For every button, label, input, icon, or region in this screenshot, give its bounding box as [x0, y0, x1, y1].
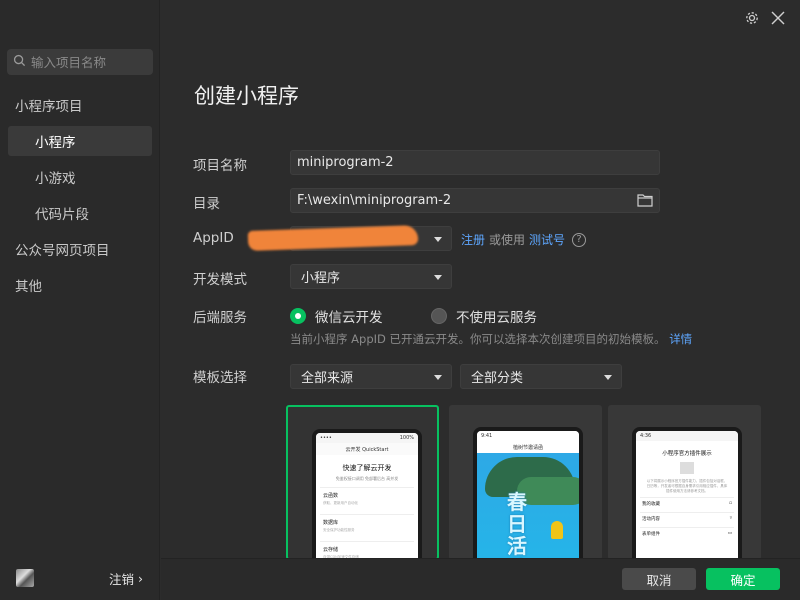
details-link[interactable]: 详情 [669, 332, 692, 346]
sidebar-item-other[interactable]: 其他 [15, 270, 155, 300]
template-preview: •••• 100% 云开发 QuickStart 快速了解云开发 免鉴权接口调用… [312, 429, 422, 558]
template-category-value: 全部分类 [471, 371, 524, 386]
help-icon[interactable]: ? [572, 232, 587, 247]
bird-graphic [551, 521, 563, 539]
dev-mode-value: 小程序 [301, 271, 341, 286]
chevron-down-icon [434, 237, 442, 242]
directory-label: 目录 [193, 196, 220, 212]
template-label: 模板选择 [193, 370, 247, 386]
sidebar-item-miniprogram[interactable]: 小程序 [8, 126, 152, 156]
logout-label: 注销 [109, 572, 135, 587]
or-use-text: 或使用 [489, 233, 526, 247]
directory-input[interactable]: F:\wexin\miniprogram-2 [290, 188, 660, 213]
radio-no-cloud[interactable]: 不使用云服务 [431, 306, 537, 326]
project-name-input[interactable]: miniprogram-2 [290, 150, 660, 175]
radio-cloud-dev-label: 微信云开发 [315, 310, 383, 326]
gear-icon[interactable] [744, 10, 760, 26]
window-controls [744, 10, 786, 26]
backend-hint-text: 当前小程序 AppID 已开通云开发。你可以选择本次创建项目的初始模板。 [290, 332, 666, 346]
project-name-value: miniprogram-2 [297, 155, 394, 170]
close-icon[interactable] [770, 10, 786, 26]
project-name-label: 项目名称 [193, 158, 247, 174]
confirm-button[interactable]: 确定 [706, 568, 780, 590]
chevron-right-icon: › [138, 571, 144, 586]
radio-checked-icon [290, 308, 306, 324]
template-source-select[interactable]: 全部来源 [290, 364, 452, 389]
dev-mode-label: 开发模式 [193, 272, 247, 288]
chevron-down-icon [604, 375, 612, 380]
folder-icon[interactable] [637, 193, 653, 207]
directory-value: F:\wexin\miniprogram-2 [297, 193, 452, 208]
sidebar-item-official-account-web[interactable]: 公众号网页项目 [15, 234, 155, 264]
search-icon [13, 54, 26, 71]
appid-label: AppID [193, 230, 234, 246]
template-card-plugins[interactable]: 4:36 小程序官方插件展示 以下将展示小程序官方插件能力，插件包括对话框、日历… [608, 405, 761, 560]
radio-no-cloud-label: 不使用云服务 [456, 310, 537, 326]
chevron-down-icon [434, 375, 442, 380]
chevron-down-icon [434, 275, 442, 280]
dialog-footer [161, 558, 800, 600]
radio-cloud-dev[interactable]: 微信云开发 [290, 306, 383, 326]
avatar[interactable] [16, 569, 34, 587]
template-preview: 9:41 植树节邀请函 春日活动 [473, 427, 583, 560]
dev-mode-select[interactable]: 小程序 [290, 264, 452, 289]
register-link[interactable]: 注册 [461, 231, 485, 248]
template-category-select[interactable]: 全部分类 [460, 364, 622, 389]
template-card-quickstart[interactable]: •••• 100% 云开发 QuickStart 快速了解云开发 免鉴权接口调用… [286, 405, 439, 560]
sidebar-item-minigame[interactable]: 小游戏 [8, 162, 152, 192]
sidebar-item-miniprogram-projects[interactable]: 小程序项目 [15, 90, 155, 120]
template-source-value: 全部来源 [301, 371, 354, 386]
image-placeholder-icon [680, 462, 694, 474]
radio-unchecked-icon [431, 308, 447, 324]
appid-links: 注册 或使用 测试号 ? [461, 231, 587, 248]
test-account-link[interactable]: 测试号 [529, 231, 565, 248]
sidebar: 小程序项目 小程序 小游戏 代码片段 公众号网页项目 其他 注销 › [0, 0, 160, 600]
search-input[interactable] [31, 54, 151, 70]
cancel-button[interactable]: 取消 [622, 568, 696, 590]
page-title: 创建小程序 [194, 84, 299, 108]
logout-button[interactable]: 注销 › [109, 569, 143, 588]
project-search[interactable] [7, 49, 153, 75]
backend-hint: 当前小程序 AppID 已开通云开发。你可以选择本次创建项目的初始模板。 详情 [290, 331, 692, 347]
backend-label: 后端服务 [193, 310, 247, 326]
template-card-arbor-day[interactable]: 9:41 植树节邀请函 春日活动 [449, 405, 602, 560]
template-preview: 4:36 小程序官方插件展示 以下将展示小程序官方插件能力，插件包括对话框、日历… [632, 427, 742, 560]
sidebar-item-code-snippet[interactable]: 代码片段 [8, 198, 152, 228]
